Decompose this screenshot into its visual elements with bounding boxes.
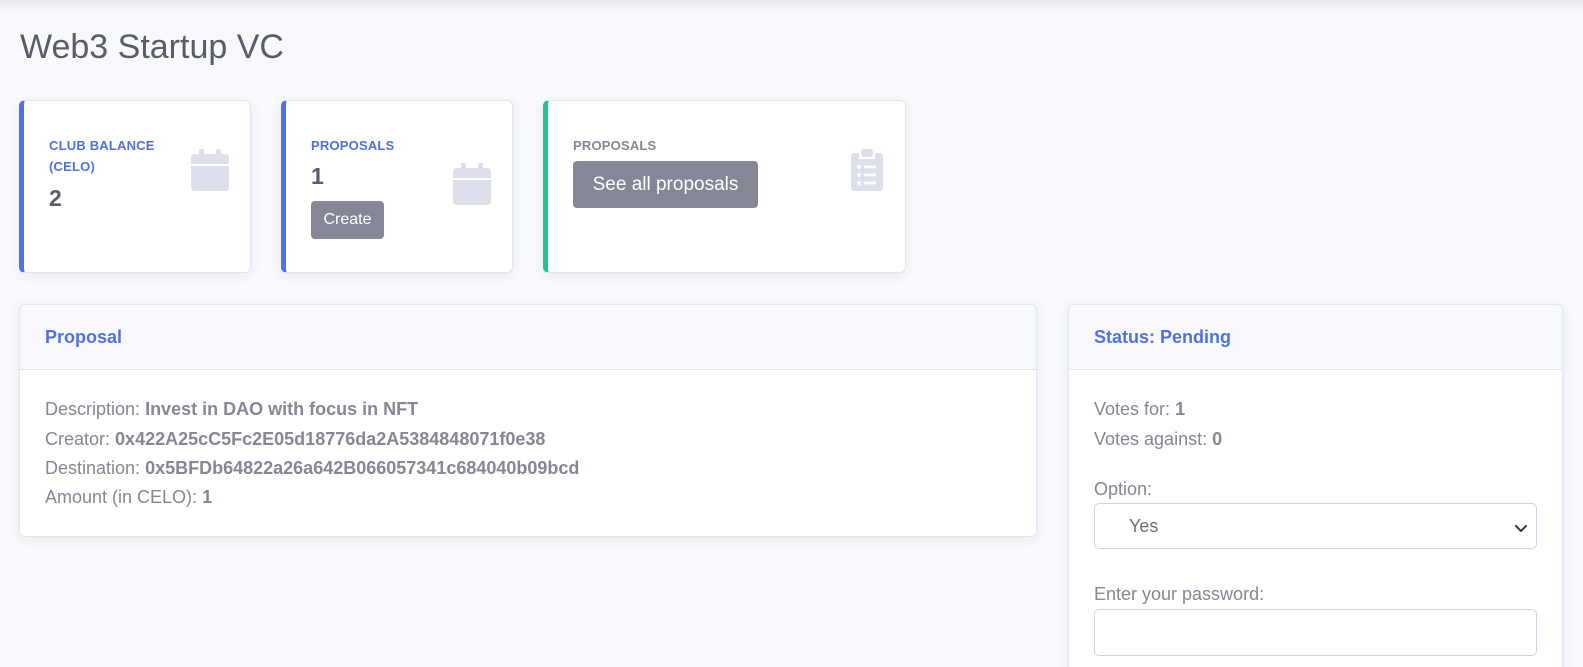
status-panel-header: Status: Pending bbox=[1069, 305, 1562, 370]
topbar-shadow bbox=[0, 0, 1583, 14]
creator-value: 0x422A25cC5Fc2E05d18776da2A5384848071f0e… bbox=[115, 429, 546, 449]
create-proposal-button[interactable]: Create bbox=[311, 201, 384, 239]
option-select[interactable]: Yes bbox=[1094, 503, 1537, 549]
status-panel-title: Status: Pending bbox=[1094, 327, 1232, 347]
creator-label: Creator: bbox=[45, 429, 111, 449]
description-label: Description: bbox=[45, 399, 141, 419]
proposals-count-value: 1 bbox=[311, 163, 324, 189]
password-label: Enter your password: bbox=[1094, 584, 1265, 604]
destination-value: 0x5BFDb64822a26a642B066057341c684040b09b… bbox=[145, 458, 580, 478]
clipboard-list-icon bbox=[851, 149, 883, 196]
see-all-proposals-button[interactable]: See all proposals bbox=[573, 161, 758, 208]
club-balance-card: CLUB BALANCE (CELO) 2 bbox=[19, 100, 251, 273]
status-panel: Status: Pending Votes for: 1 Votes again… bbox=[1068, 304, 1563, 667]
club-balance-value: 2 bbox=[49, 185, 62, 211]
proposals-count-card: PROPOSALS 1 Create bbox=[281, 100, 513, 273]
calendar-icon bbox=[191, 149, 229, 196]
amount-value: 1 bbox=[202, 487, 213, 507]
proposal-description: Description: Invest in DAO with focus in… bbox=[45, 399, 418, 420]
votes-for-label: Votes for: bbox=[1094, 399, 1171, 419]
votes-against: Votes against: 0 bbox=[1094, 429, 1222, 450]
proposal-amount: Amount (in CELO): 1 bbox=[45, 487, 212, 508]
votes-against-label: Votes against: bbox=[1094, 429, 1208, 449]
page-title: Web3 Startup VC bbox=[20, 28, 284, 66]
all-proposals-label: PROPOSALS bbox=[573, 138, 657, 153]
destination-label: Destination: bbox=[45, 458, 141, 478]
all-proposals-card: PROPOSALS See all proposals bbox=[543, 100, 906, 273]
chevron-down-icon bbox=[1514, 521, 1528, 539]
votes-for-value: 1 bbox=[1175, 399, 1186, 419]
proposal-panel-title: Proposal bbox=[45, 327, 123, 347]
proposal-creator: Creator: 0x422A25cC5Fc2E05d18776da2A5384… bbox=[45, 429, 545, 450]
proposal-panel-header: Proposal bbox=[20, 305, 1036, 370]
club-balance-label: CLUB BALANCE (CELO) bbox=[49, 138, 155, 174]
amount-label: Amount (in CELO): bbox=[45, 487, 198, 507]
proposals-count-label: PROPOSALS bbox=[311, 138, 395, 153]
votes-against-value: 0 bbox=[1212, 429, 1223, 449]
proposal-panel: Proposal Description: Invest in DAO with… bbox=[19, 304, 1037, 537]
votes-for: Votes for: 1 bbox=[1094, 399, 1185, 420]
option-label: Option: bbox=[1094, 479, 1153, 499]
description-value: Invest in DAO with focus in NFT bbox=[145, 399, 419, 419]
password-input[interactable] bbox=[1094, 609, 1537, 656]
calendar-icon bbox=[453, 163, 491, 210]
proposal-destination: Destination: 0x5BFDb64822a26a642B0660573… bbox=[45, 458, 579, 479]
option-selected-value: Yes bbox=[1129, 516, 1159, 536]
